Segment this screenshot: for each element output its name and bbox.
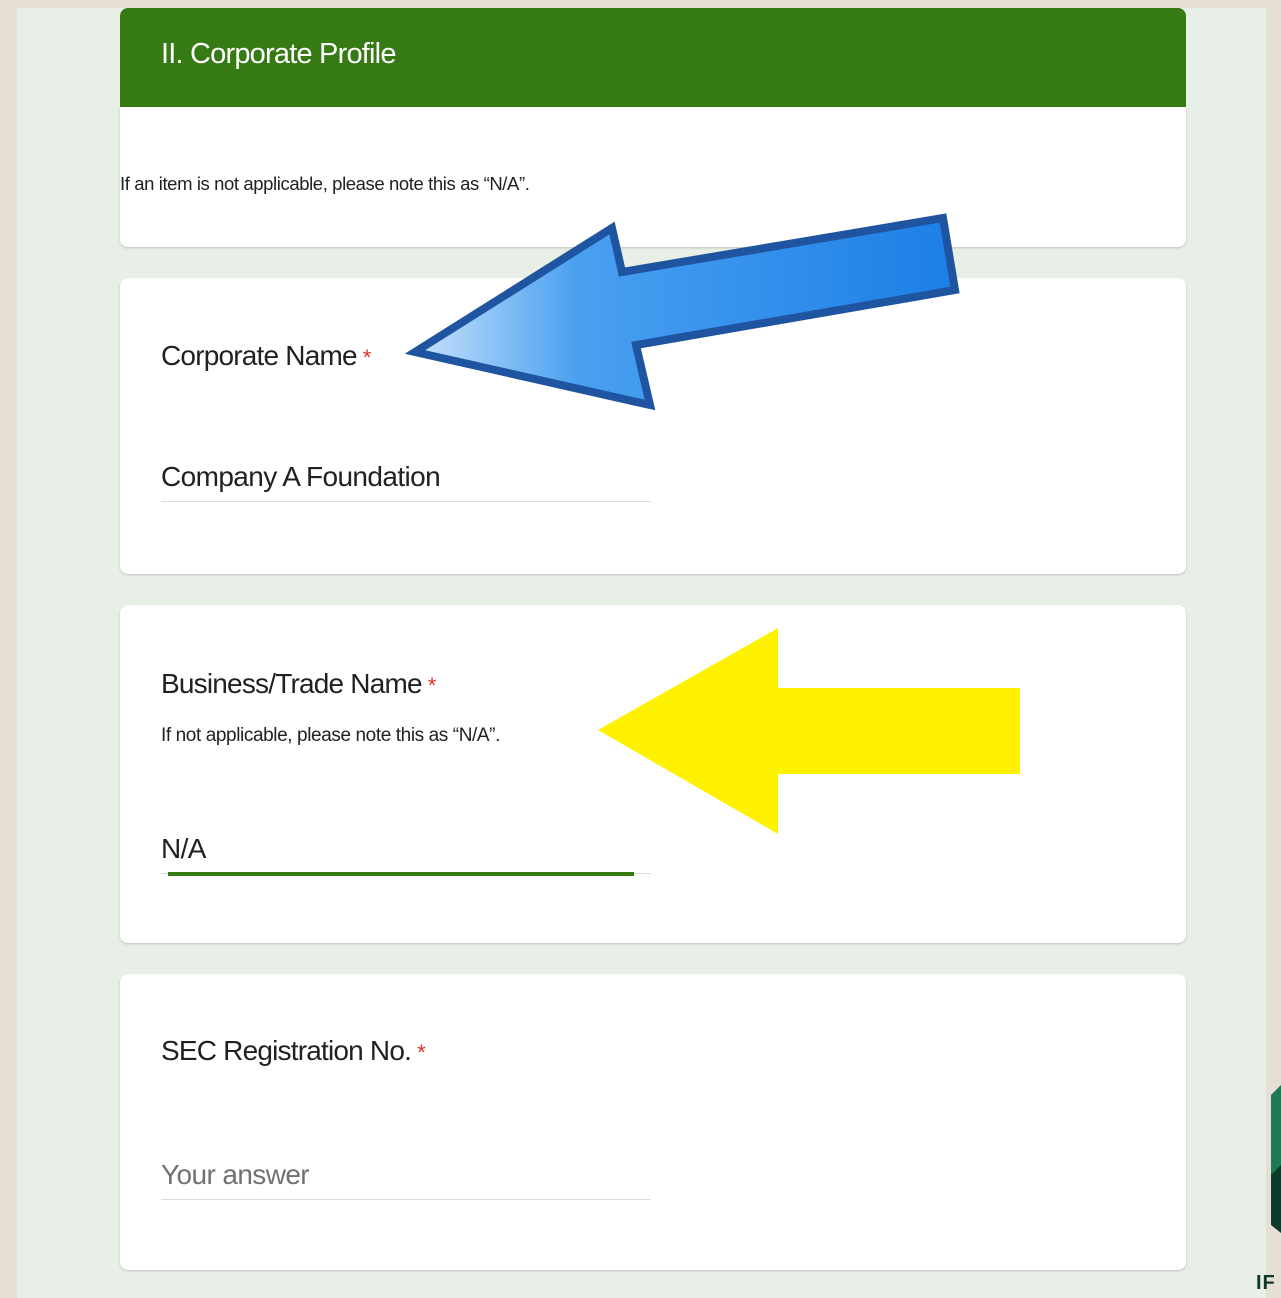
- business-trade-name-field[interactable]: [161, 829, 651, 876]
- section-title: II. Corporate Profile: [161, 38, 396, 70]
- corporate-name-field[interactable]: [161, 457, 651, 502]
- section-description-card: If an item is not applicable, please not…: [120, 107, 1186, 247]
- corporate-name-input[interactable]: [161, 457, 651, 497]
- input-focus-underline: [168, 872, 634, 876]
- question-title: Business/Trade Name: [161, 668, 423, 699]
- question-card-sec-registration: SEC Registration No. *: [120, 974, 1186, 1270]
- business-trade-name-input[interactable]: [161, 829, 651, 869]
- section-header: II. Corporate Profile: [120, 8, 1186, 107]
- question-label-sec-registration: SEC Registration No. *: [161, 1035, 426, 1067]
- question-help-text: If not applicable, please note this as “…: [161, 725, 500, 746]
- logo-letters: IF: [1256, 1272, 1276, 1294]
- question-label-corporate-name: Corporate Name *: [161, 340, 371, 372]
- logo-icon: [1271, 1085, 1281, 1233]
- question-title: SEC Registration No.: [161, 1035, 412, 1066]
- form-canvas: II. Corporate Profile If an item is not …: [17, 8, 1266, 1298]
- sec-registration-input[interactable]: [161, 1155, 651, 1195]
- question-card-corporate-name: Corporate Name *: [120, 278, 1186, 574]
- sec-registration-field[interactable]: [161, 1155, 651, 1200]
- required-asterisk: *: [417, 1040, 426, 1065]
- required-asterisk: *: [427, 673, 437, 698]
- question-title: Corporate Name: [161, 340, 358, 371]
- required-asterisk: *: [362, 345, 372, 370]
- question-label-business-trade-name: Business/Trade Name *: [161, 668, 436, 700]
- question-card-business-trade-name: Business/Trade Name * If not applicable, …: [120, 605, 1186, 943]
- section-description: If an item is not applicable, please not…: [120, 173, 530, 194]
